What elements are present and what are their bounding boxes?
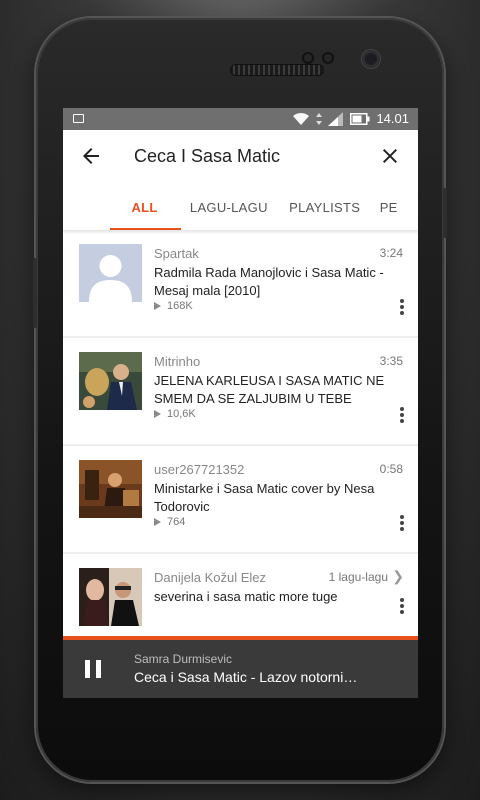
play-count-icon [154,302,161,310]
track-artwork [79,460,142,518]
playlist-track-count: 1 lagu-lagu [328,570,388,584]
tab-people[interactable]: PE [380,182,418,230]
app-screen: 14.01 Ceca I Sasa Matic ALL LAGU-LAGU PL… [63,108,418,698]
battery-icon [350,112,370,125]
status-bar: 14.01 [63,108,418,130]
play-count-value: 168K [167,300,193,312]
back-arrow-icon[interactable] [79,144,103,168]
proximity-sensor [302,52,314,64]
play-count: 168K [154,300,193,312]
result-tabs: ALL LAGU-LAGU PLAYLISTS PE [63,182,418,230]
uploader-name[interactable]: user267721352 [154,462,244,477]
pause-icon[interactable] [85,660,103,678]
more-options-icon[interactable] [400,515,404,531]
signal-icon [328,111,344,126]
tab-playlists[interactable]: PLAYLISTS [280,182,370,230]
uploader-name[interactable]: Mitrinho [154,354,200,369]
track-artwork [79,352,142,410]
more-options-icon[interactable] [400,598,404,614]
track-item[interactable]: Spartak 3:24 Radmila Rada Manojlovic i S… [63,230,418,336]
default-avatar-thumbnail [79,244,142,302]
uploader-name[interactable]: Spartak [154,246,199,261]
track-title[interactable]: Ministarke i Sasa Matic cover by Nesa To… [154,480,402,516]
image-notification-icon [73,114,84,123]
data-transfer-icon [316,112,323,125]
now-playing-title[interactable]: Ceca i Sasa Matic - Lazov notorni… [134,669,394,685]
search-query-title[interactable]: Ceca I Sasa Matic [134,146,280,167]
tab-all[interactable]: ALL [111,182,178,230]
tab-lagu-lagu[interactable]: LAGU-LAGU [178,182,280,230]
play-count: 764 [154,516,185,528]
more-options-icon[interactable] [400,299,404,315]
more-options-icon[interactable] [400,407,404,423]
play-count-icon [154,410,161,418]
track-duration: 3:35 [379,354,403,368]
uploader-name[interactable]: Danijela Kožul Elez [154,570,266,585]
mini-player[interactable]: Samra Durmisevic Ceca i Sasa Matic - Laz… [63,636,418,698]
play-count-value: 764 [167,516,186,528]
close-icon[interactable] [378,144,402,168]
active-tab-indicator [110,228,181,230]
track-duration: 0:58 [379,462,403,476]
front-camera [362,50,380,68]
play-count-icon [154,518,161,526]
wifi-icon [293,112,310,125]
track-duration: 3:24 [379,246,403,260]
track-item[interactable]: Mitrinho 3:35 JELENA KARLEUSA I SASA MAT… [63,338,418,444]
results-list: Spartak 3:24 Radmila Rada Manojlovic i S… [63,230,418,660]
power-button [443,188,447,238]
now-playing-artist: Samra Durmisevic [134,652,233,666]
play-count-value: 10,6K [167,408,196,420]
volume-button [33,258,37,328]
earpiece-speaker [230,64,324,76]
play-count: 10,6K [154,408,196,420]
track-title[interactable]: JELENA KARLEUSA I SASA MATIC NE SMEM DA … [154,372,402,408]
track-title[interactable]: Radmila Rada Manojlovic i Sasa Matic - M… [154,264,402,300]
playlist-artwork [79,568,142,626]
playlist-title[interactable]: severina i sasa matic more tuge [154,588,402,606]
status-time: 14.01 [376,111,409,126]
light-sensor [322,52,334,64]
chevron-right-icon[interactable]: ❯ [392,568,404,585]
search-app-bar: Ceca I Sasa Matic [63,130,418,182]
track-item[interactable]: user267721352 0:58 Ministarke i Sasa Mat… [63,446,418,552]
